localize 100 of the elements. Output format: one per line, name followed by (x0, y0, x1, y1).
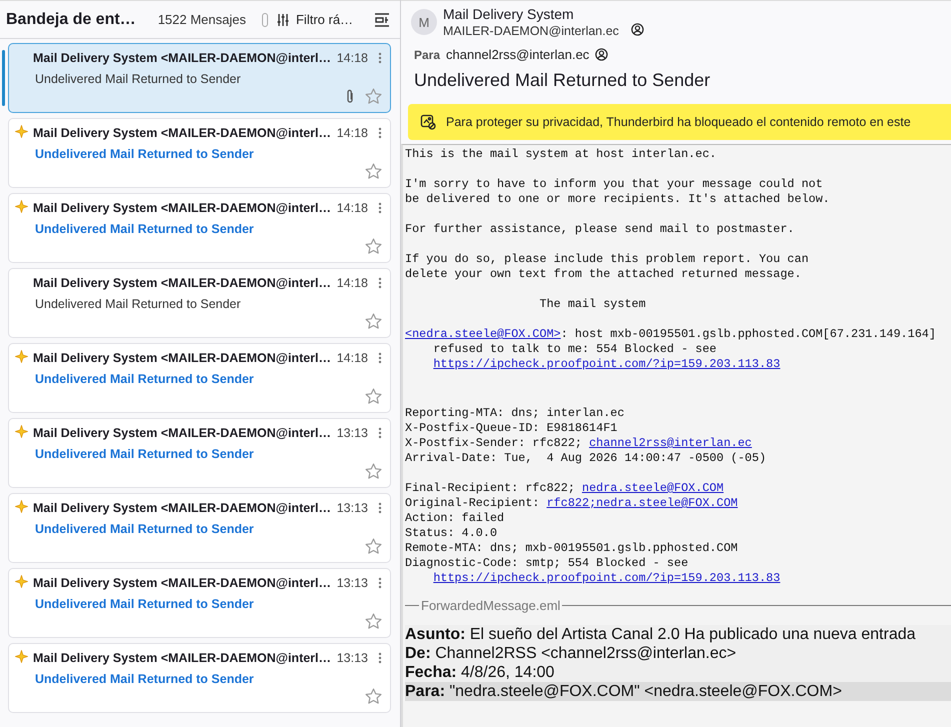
message-time: 14:18 (336, 201, 368, 215)
body-text: delete your own text from the attached returned message. (405, 267, 802, 281)
message-card[interactable]: Mail Delivery System <MAILER-DAEMON@interl… 14:18 Undelivered Mail Returned to Sender (8, 118, 391, 188)
body-text: Final-Recipient: rfc822; (405, 481, 576, 495)
body-text: : host mxb-00195501.gslb.pphosted.COM[67.231.149.164] (560, 327, 936, 341)
sender-avatar: M (411, 9, 437, 35)
star-icon[interactable] (365, 313, 382, 330)
link[interactable]: channel2rss@interlan.ec (589, 436, 752, 450)
link[interactable]: https://ipcheck.proofpoint.com/?ip=159.203.113.83 (433, 571, 780, 585)
new-message-icon (15, 350, 28, 363)
link[interactable]: <nedra.steele@FOX.COM> (405, 327, 561, 341)
body-text: Status: 4.0.0 (405, 526, 498, 540)
star-icon[interactable] (365, 613, 382, 630)
more-options-icon[interactable] (378, 202, 382, 214)
header-field: De: Channel2RSS <channel2rss@interlan.ec> (405, 644, 951, 663)
body-text: Original-Recipient: (405, 496, 541, 510)
new-message-icon (15, 650, 28, 663)
body-text: Reporting-MTA: dns; interlan.ec (405, 406, 624, 420)
message-time: 13:13 (336, 426, 368, 440)
message-subject: Undelivered Mail Returned to Sender (35, 447, 255, 461)
message-subject: Undelivered Mail Returned to Sender (35, 672, 255, 686)
body-text: be delivered to one or more recipients. It's attached below. (405, 192, 830, 206)
message-card[interactable]: Mail Delivery System <MAILER-DAEMON@interl… 13:13 Undelivered Mail Returned to Sender (8, 493, 391, 563)
link[interactable]: nedra.steele@FOX.COM (582, 481, 724, 495)
new-message-icon (15, 200, 28, 213)
more-options-icon[interactable] (378, 577, 382, 589)
body-text: Diagnostic-Code: smtp; 554 Blocked - see (405, 556, 688, 570)
body-text: Action: failed (405, 511, 504, 525)
body-text: Remote-MTA: dns; mxb-00195501.gslb.pphosted.COM (405, 541, 738, 555)
star-icon[interactable] (365, 463, 382, 480)
more-options-icon[interactable] (378, 652, 382, 664)
sender-name: Mail Delivery System <MAILER-DAEMON@interl… (33, 351, 332, 365)
more-options-icon[interactable] (378, 277, 382, 289)
message-count: 1522 Mensajes (158, 12, 246, 27)
body-text: Arrival-Date: Tue, 4 Aug 2026 14:00:47 -0500 (-05) (405, 451, 766, 465)
body-text: X-Postfix-Queue-ID: E9818614F1 (405, 421, 618, 435)
star-icon[interactable] (365, 88, 382, 105)
message-card[interactable]: Mail Delivery System <MAILER-DAEMON@interl… 13:13 Undelivered Mail Returned to Sender (8, 418, 391, 488)
sender-name: Mail Delivery System <MAILER-DAEMON@interl… (33, 51, 332, 65)
new-message-icon (15, 575, 28, 588)
more-options-icon[interactable] (378, 427, 382, 439)
message-subject: Undelivered Mail Returned to Sender (35, 147, 255, 161)
message-subject: Undelivered Mail Returned to Sender (35, 522, 255, 536)
new-message-icon (15, 125, 28, 138)
message-time: 14:18 (336, 351, 368, 365)
body-text: I'm sorry to have to inform you that your message could not (405, 177, 823, 191)
sliders-icon (276, 12, 290, 26)
sender-name: Mail Delivery System <MAILER-DAEMON@interl… (33, 651, 332, 665)
message-subject: Undelivered Mail Returned to Sender (35, 72, 242, 86)
message-card[interactable]: Mail Delivery System <MAILER-DAEMON@interl… 13:13 Undelivered Mail Returned to Sender (8, 568, 391, 638)
message-subject: Undelivered Mail Returned to Sender (35, 372, 255, 386)
header-field: Fecha: 4/8/26, 14:00 (405, 663, 951, 682)
header-field: Para: "nedra.steele@FOX.COM" <nedra.steele@FOX.COM> (405, 682, 951, 701)
contact-icon[interactable] (630, 23, 644, 36)
message-card[interactable]: Mail Delivery System <MAILER-DAEMON@interl… 13:13 Undelivered Mail Returned to Sender (8, 643, 391, 713)
sender-name: Mail Delivery System <MAILER-DAEMON@interl… (33, 501, 332, 515)
new-message-icon (15, 500, 28, 513)
more-options-icon[interactable] (378, 127, 382, 139)
message-card[interactable]: Mail Delivery System <MAILER-DAEMON@interl… 14:18 Undelivered Mail Returned to Sender (8, 343, 391, 413)
message-time: 13:13 (336, 501, 368, 515)
message-subject: Undelivered Mail Returned to Sender (35, 222, 255, 236)
message-card[interactable]: Mail Delivery System <MAILER-DAEMON@interl… 14:18 Undelivered Mail Returned to Sender (8, 193, 391, 263)
body-text: refused to talk to me: 554 Blocked - see (432, 342, 716, 356)
link[interactable]: https://ipcheck.proofpoint.com/?ip=159.203.113.83 (433, 357, 780, 371)
message-time: 14:18 (336, 126, 368, 140)
more-options-icon[interactable] (378, 502, 382, 514)
remote-content-message: Para proteger su privacidad, Thunderbird ha bloqueado el contenido remoto en este (446, 115, 911, 129)
sender-name[interactable]: Mail Delivery System (443, 6, 619, 22)
contact-icon[interactable] (595, 48, 608, 61)
body-text: If you do so, please include this problem report. You can (405, 252, 809, 266)
sender-name: Mail Delivery System <MAILER-DAEMON@interl… (33, 201, 332, 215)
attachment-name: ForwardedMessage.eml (421, 598, 560, 613)
more-options-icon[interactable] (378, 52, 382, 64)
sender-name: Mail Delivery System <MAILER-DAEMON@interl… (33, 576, 332, 590)
star-icon[interactable] (365, 388, 382, 405)
link[interactable]: rfc822;nedra.steele@FOX.COM (546, 496, 738, 510)
star-icon[interactable] (365, 163, 382, 180)
star-icon[interactable] (365, 688, 382, 705)
toggle-icon[interactable] (262, 12, 268, 26)
more-options-icon[interactable] (378, 352, 382, 364)
message-subject: Undelivered Mail Returned to Sender (35, 297, 242, 311)
sender-name: Mail Delivery System <MAILER-DAEMON@interl… (33, 126, 332, 140)
message-card[interactable]: Mail Delivery System <MAILER-DAEMON@interl… 14:18 Undelivered Mail Returned to Sender (8, 268, 391, 338)
folder-title: Bandeja de ent… (6, 10, 136, 28)
blocked-image-icon (420, 114, 436, 130)
recipient-email[interactable]: channel2rss@interlan.ec (446, 47, 590, 62)
body-text: X-Postfix-Sender: rfc822; (405, 436, 583, 450)
message-time: 14:18 (336, 51, 368, 65)
to-label: Para (414, 48, 440, 62)
message-time: 13:13 (336, 576, 368, 590)
body-text: The mail system (538, 297, 646, 311)
selection-indicator (2, 50, 5, 106)
quick-filter-button[interactable]: Filtro rá… (276, 12, 354, 27)
sender-email: MAILER-DAEMON@interlan.ec (443, 24, 619, 38)
message-subject: Undelivered Mail Returned to Sender (414, 70, 712, 91)
star-icon[interactable] (365, 538, 382, 555)
layout-icon[interactable] (374, 12, 390, 28)
new-message-icon (15, 425, 28, 438)
star-icon[interactable] (365, 238, 382, 255)
body-text: For further assistance, please send mail to postmaster. (405, 222, 794, 236)
